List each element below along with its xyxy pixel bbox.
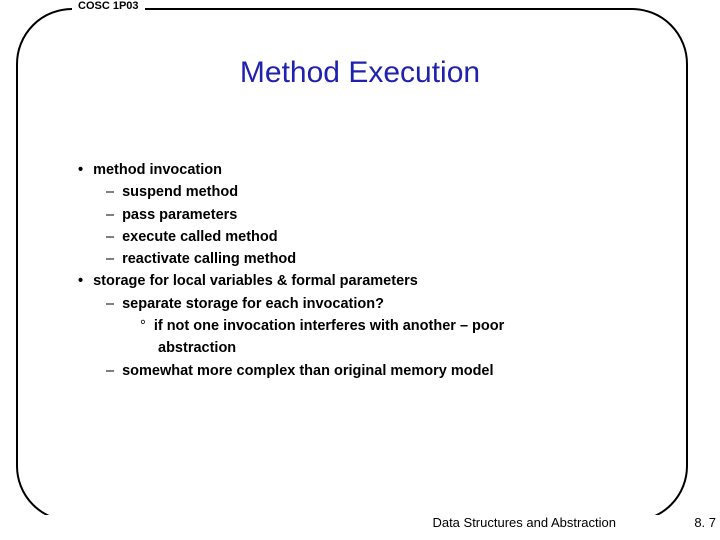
bullet-level3-continuation: abstraction bbox=[158, 338, 650, 358]
bullet-level2: separate storage for each invocation? bbox=[106, 294, 650, 314]
bullet-level2: pass parameters bbox=[106, 205, 650, 225]
bullet-level2: reactivate calling method bbox=[106, 249, 650, 269]
bullet-level1: method invocation bbox=[78, 160, 650, 180]
slide: COSC 1P03 Method Execution method invoca… bbox=[0, 0, 720, 540]
footer-text: Data Structures and Abstraction bbox=[424, 515, 624, 530]
footer-area: Data Structures and Abstraction bbox=[0, 515, 680, 530]
slide-content: method invocation suspend method pass pa… bbox=[78, 160, 650, 383]
bullet-level2: somewhat more complex than original memo… bbox=[106, 361, 650, 381]
page-number: 8. 7 bbox=[694, 515, 716, 530]
slide-title: Method Execution bbox=[0, 56, 720, 90]
bullet-level3: if not one invocation interferes with an… bbox=[140, 316, 650, 336]
bullet-level2: execute called method bbox=[106, 227, 650, 247]
bullet-level2: suspend method bbox=[106, 182, 650, 202]
course-code: COSC 1P03 bbox=[72, 0, 145, 12]
bullet-level1: storage for local variables & formal par… bbox=[78, 271, 650, 291]
